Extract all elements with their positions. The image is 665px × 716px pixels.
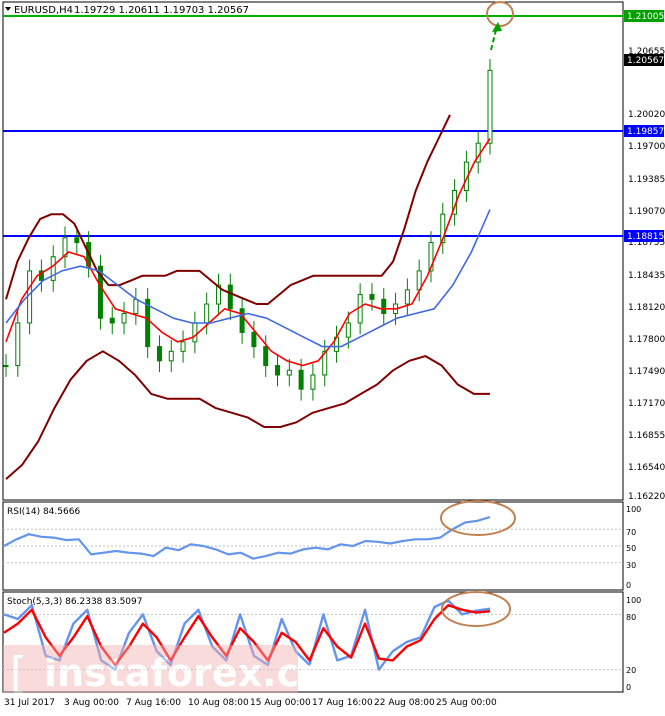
watermark-bracket: [ xyxy=(10,648,27,699)
candle-body xyxy=(298,369,304,390)
time-tick: 15 Aug 00:00 xyxy=(250,698,311,708)
candle-body xyxy=(310,374,316,390)
time-tick: 31 Jul 2017 xyxy=(4,698,55,708)
rsi-tick: 30 xyxy=(626,561,636,570)
stoch-tick: 100 xyxy=(626,596,641,605)
candle-body xyxy=(275,365,281,376)
stoch-label: Stoch(5,3,3) 86.2338 83.5097 xyxy=(7,597,142,607)
candle-body xyxy=(156,346,162,362)
candle-body xyxy=(345,322,351,338)
stoch-tick: 0 xyxy=(626,683,631,692)
candle-body xyxy=(133,298,139,314)
candle-body xyxy=(204,303,210,324)
price-axis: 1.20655 1.20020 1.19700 1.19385 1.19070 … xyxy=(628,47,665,502)
price-tick: 1.17170 xyxy=(628,399,665,409)
price-tick: 1.19070 xyxy=(628,207,665,217)
time-tick: 7 Aug 16:00 xyxy=(126,698,181,708)
candle-body xyxy=(15,322,21,367)
price-tick: 1.18435 xyxy=(628,271,665,281)
candle-body xyxy=(487,69,493,144)
rsi-tick: 0 xyxy=(626,581,631,590)
price-tick: 1.19385 xyxy=(628,175,665,185)
eurusd-h4-chart: EURUSD,H4 1.19729 1.20611 1.19703 1.2056… xyxy=(2,1,665,708)
rsi-tick: 100 xyxy=(626,505,641,514)
candle-body xyxy=(251,331,257,348)
candle-body xyxy=(369,294,375,300)
candle-body xyxy=(3,365,9,368)
time-tick: 17 Aug 16:00 xyxy=(312,698,373,708)
time-tick: 3 Aug 00:00 xyxy=(64,698,119,708)
candle-body xyxy=(27,270,33,324)
candle-body xyxy=(263,346,269,367)
time-tick: 25 Aug 00:00 xyxy=(436,698,497,708)
candle-body xyxy=(180,341,186,352)
time-tick: 10 Aug 08:00 xyxy=(188,698,249,708)
current-price-marker: 1.20567 xyxy=(627,56,664,66)
candle-body xyxy=(109,317,115,324)
stoch-axis: 100 80 20 0 xyxy=(626,596,641,692)
time-tick: 22 Aug 08:00 xyxy=(374,698,435,708)
stoch-tick: 80 xyxy=(626,613,636,622)
candle-body xyxy=(381,298,387,314)
rsi-axis: 100 70 50 30 0 xyxy=(626,505,641,590)
price-tick: 1.19700 xyxy=(628,142,665,152)
watermark-text: instaforex.com xyxy=(44,651,365,695)
price-tick: 1.16855 xyxy=(628,431,665,441)
price-panel-frame xyxy=(2,1,624,501)
rsi-label: RSI(14) 84.5666 xyxy=(7,507,80,517)
candle-body xyxy=(286,369,292,376)
target-price-marker: 1.21005 xyxy=(627,12,664,22)
chart-window: EURUSD,H4 1.19729 1.20611 1.19703 1.2056… xyxy=(0,0,665,712)
support-price-marker: 1.18815 xyxy=(627,232,664,242)
price-tick: 1.16220 xyxy=(628,492,665,502)
time-axis: 31 Jul 2017 3 Aug 00:00 7 Aug 16:00 10 A… xyxy=(4,698,497,708)
price-tick: 1.20020 xyxy=(628,110,665,120)
candle-body xyxy=(404,289,410,305)
candle-body xyxy=(192,322,198,343)
price-tick: 1.17800 xyxy=(628,335,665,345)
candle-body xyxy=(227,284,233,310)
resistance-price-marker: 1.19857 xyxy=(627,127,664,137)
candle-body xyxy=(239,308,245,333)
watermark: [ instaforex.com xyxy=(3,645,365,699)
price-tick: 1.17490 xyxy=(628,367,665,377)
price-tick: 1.18120 xyxy=(628,303,665,313)
symbol-label: EURUSD,H4 xyxy=(14,5,73,16)
stoch-tick: 20 xyxy=(626,666,636,675)
rsi-tick: 70 xyxy=(626,528,636,537)
candle-body xyxy=(168,350,174,362)
rsi-tick: 50 xyxy=(626,544,636,553)
ohlc-label: 1.19729 1.20611 1.19703 1.20567 xyxy=(74,5,249,16)
candle-body xyxy=(74,237,80,244)
candle-body xyxy=(121,313,127,324)
price-tick: 1.16540 xyxy=(628,463,665,473)
